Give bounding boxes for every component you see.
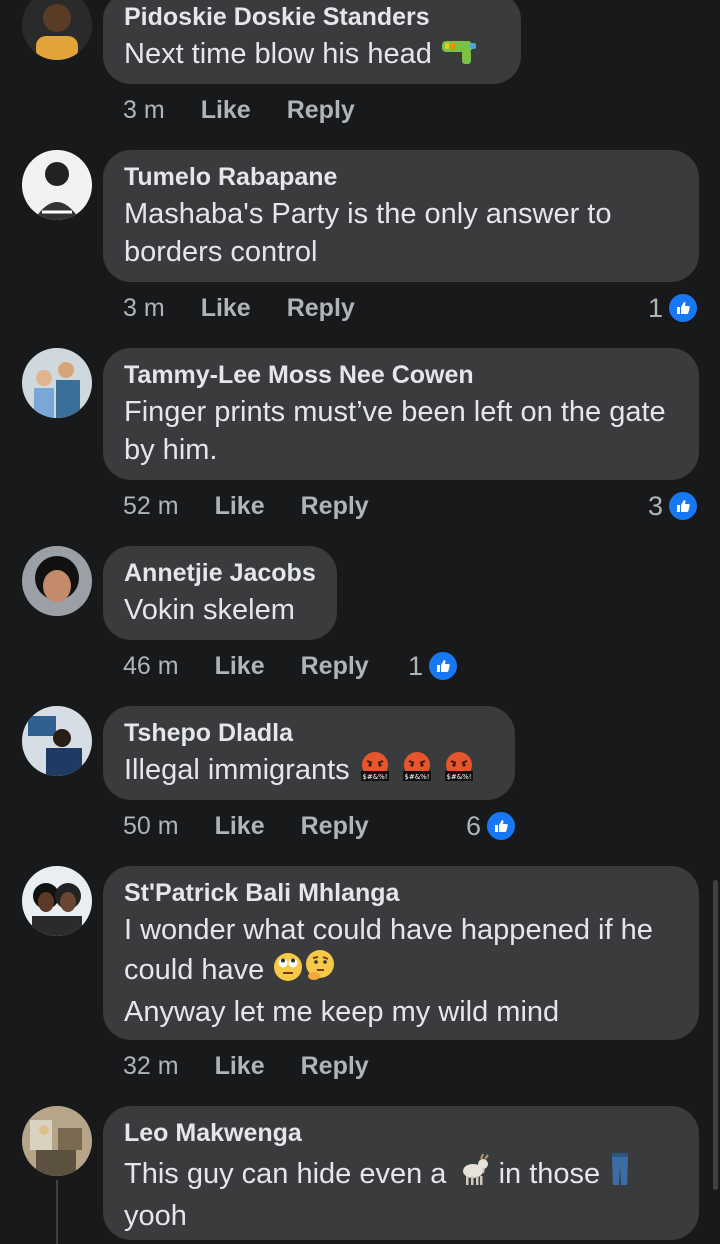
avatar[interactable] [22,546,92,616]
reply-button[interactable]: Reply [287,294,355,323]
comment-actions: 50 m Like Reply [123,812,369,841]
reply-thread-line [56,1180,58,1244]
comment-text: Illegal immigrants $#&%! $#&%! $#&%! [124,751,494,793]
comment-text: Next time blow his head [124,35,500,77]
reaction-count: 6 [466,810,482,841]
thinking-face-icon [304,949,338,993]
comment-bubble: Leo Makwenga This guy can hide even a in… [103,1106,699,1240]
comment-actions: 3 m Like Reply [123,96,355,125]
reply-button[interactable]: Reply [287,96,355,125]
timestamp[interactable]: 52 m [123,492,179,521]
eye-roll-face-icon [272,951,304,993]
avatar[interactable] [22,0,92,60]
timestamp[interactable]: 32 m [123,1052,179,1081]
comment-bubble: Tumelo Rabapane Mashaba's Party is the o… [103,150,699,282]
svg-text:$#&%!: $#&%! [362,773,387,781]
comment-actions: 46 m Like Reply [123,652,369,681]
comment-text-line: yooh [124,1200,187,1232]
comment-author[interactable]: Annetjie Jacobs [124,558,316,588]
reply-button[interactable]: Reply [301,492,369,521]
reaction-summary[interactable]: 1 [408,650,460,682]
reaction-count: 1 [648,292,664,323]
comment-author[interactable]: St'Patrick Bali Mhlanga [124,878,678,908]
reaction-summary[interactable]: 1 [648,292,700,324]
comment-bubble: Pidoskie Doskie Standers Next time blow … [103,0,521,84]
svg-text:$#&%!: $#&%! [446,773,471,781]
comment-author[interactable]: Pidoskie Doskie Standers [124,2,500,32]
cursing-face-icon: $#&%! [400,751,434,793]
comment-bubble: Tammy-Lee Moss Nee Cowen Finger prints m… [103,348,699,480]
comment-author[interactable]: Leo Makwenga [124,1118,678,1148]
avatar[interactable] [22,706,92,776]
reply-button[interactable]: Reply [301,1052,369,1081]
comment-bubble: Tshepo Dladla Illegal immigrants $#&%! $… [103,706,515,800]
comment-bubble: Annetjie Jacobs Vokin skelem [103,546,337,640]
reply-button[interactable]: Reply [301,652,369,681]
like-button[interactable]: Like [215,652,265,681]
like-button[interactable]: Like [215,492,265,521]
thumbs-up-icon [485,810,518,842]
goat-icon [455,1153,491,1197]
scrollbar[interactable] [713,880,718,1190]
reaction-summary[interactable]: 3 [648,490,700,522]
comment-actions: 52 m Like Reply [123,492,369,521]
comment-text: Finger prints must’ve been left on the g… [124,396,666,466]
comment-author[interactable]: Tumelo Rabapane [124,162,678,192]
comment-text: This guy can hide even a in those yooh [124,1151,678,1235]
avatar[interactable] [22,348,92,418]
comment-actions: 32 m Like Reply [123,1052,369,1081]
like-button[interactable]: Like [215,1052,265,1081]
reply-button[interactable]: Reply [301,812,369,841]
comment-text-line: I wonder what could have happened if he [124,914,653,946]
timestamp[interactable]: 46 m [123,652,179,681]
cursing-face-icon: $#&%! [442,751,476,793]
thumbs-up-icon [427,650,460,682]
comment-actions: 3 m Like Reply [123,294,355,323]
comment-text-line: Anyway let me keep my wild mind [124,996,560,1028]
comment-text: Vokin skelem [124,594,295,626]
timestamp[interactable]: 3 m [123,96,165,125]
reaction-summary[interactable]: 6 [466,810,518,842]
avatar[interactable] [22,1106,92,1176]
comment-text-line: could have [124,949,678,993]
svg-text:$#&%!: $#&%! [404,773,429,781]
like-button[interactable]: Like [201,96,251,125]
jeans-icon [608,1151,632,1197]
reaction-count: 3 [648,490,664,521]
timestamp[interactable]: 50 m [123,812,179,841]
avatar[interactable] [22,866,92,936]
comment-author[interactable]: Tammy-Lee Moss Nee Cowen [124,360,678,390]
like-button[interactable]: Like [201,294,251,323]
comment-text: Mashaba's Party is the only answer to bo… [124,198,612,268]
thumbs-up-icon [667,490,700,522]
timestamp[interactable]: 3 m [123,294,165,323]
comment-bubble: St'Patrick Bali Mhlanga I wonder what co… [103,866,699,1040]
cursing-face-icon: $#&%! [358,751,392,793]
thumbs-up-icon [667,292,700,324]
water-pistol-icon [440,37,478,77]
comment-author[interactable]: Tshepo Dladla [124,718,494,748]
like-button[interactable]: Like [215,812,265,841]
avatar[interactable] [22,150,92,220]
comment-text: I wonder what could have happened if he … [124,911,678,1031]
reaction-count: 1 [408,650,424,681]
